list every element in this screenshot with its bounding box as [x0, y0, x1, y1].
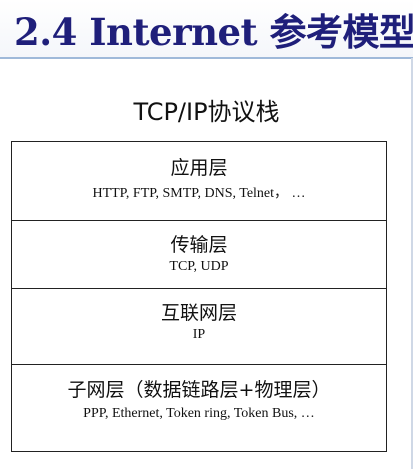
- layer-name: 子网层（数据链路层+物理层）: [67, 379, 331, 401]
- layer-protocols: HTTP, FTP, SMTP, DNS, Telnet， …: [92, 186, 306, 201]
- layer-internet: 互联网层 IP: [12, 288, 386, 364]
- layer-protocols: IP: [192, 327, 206, 342]
- layer-name: 传输层: [170, 234, 228, 256]
- slide-header: 2.4 Internet 参考模型: [0, 0, 413, 58]
- layer-protocols: PPP, Ethernet, Token ring, Token Bus, …: [83, 406, 315, 421]
- layer-subnet: 子网层（数据链路层+物理层） PPP, Ethernet, Token ring…: [12, 364, 386, 453]
- protocol-stack-title: TCP/IP协议栈: [133, 98, 280, 126]
- slide: 2.4 Internet 参考模型 TCP/IP协议栈 应用层 HTTP, FT…: [0, 0, 413, 469]
- slide-title: 2.4 Internet 参考模型: [14, 10, 413, 54]
- layer-name: 应用层: [170, 157, 228, 179]
- layer-transport: 传输层 TCP, UDP: [12, 220, 386, 288]
- layer-application: 应用层 HTTP, FTP, SMTP, DNS, Telnet， …: [12, 142, 386, 220]
- layer-name: 互联网层: [160, 302, 237, 324]
- protocol-stack-diagram: 应用层 HTTP, FTP, SMTP, DNS, Telnet， … 传输层 …: [11, 141, 387, 452]
- layer-protocols: TCP, UDP: [169, 259, 229, 274]
- header-divider: [0, 57, 413, 59]
